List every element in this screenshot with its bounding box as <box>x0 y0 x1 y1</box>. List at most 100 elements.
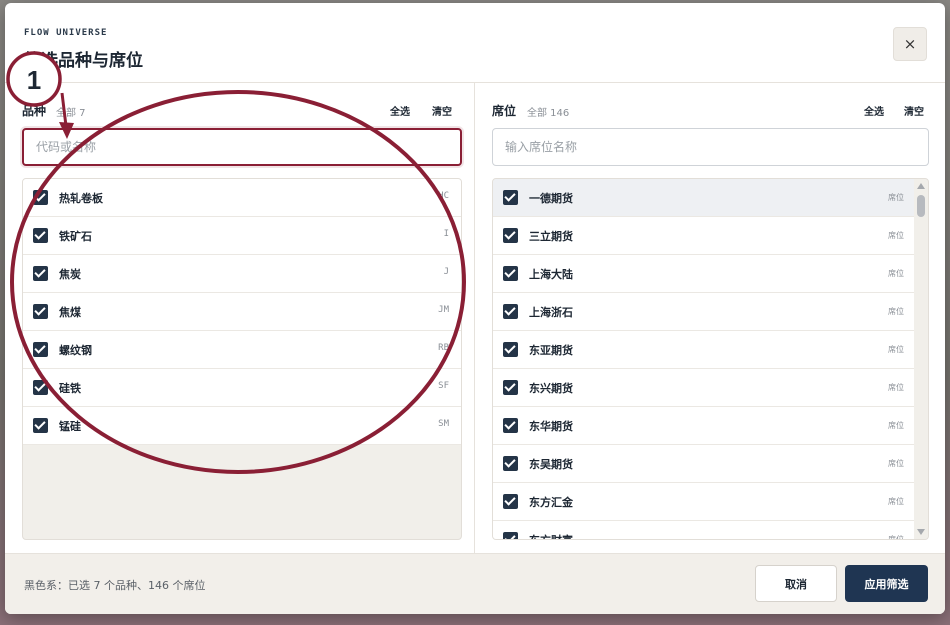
seat-select-all-button[interactable]: 全选 <box>864 103 884 118</box>
variety-row[interactable]: 焦炭 J <box>23 255 461 293</box>
seat-label: 东方财富 <box>529 532 573 539</box>
seat-label: 东兴期货 <box>529 382 573 395</box>
seat-label: 三立期货 <box>529 230 573 243</box>
selection-summary: 黑色系：已选 7 个品种、146 个席位 <box>24 579 206 592</box>
seat-tag: 席位 <box>888 383 904 392</box>
variety-label: 铁矿石 <box>59 230 92 243</box>
seat-clear-button[interactable]: 清空 <box>904 103 924 118</box>
checkbox-checked-icon[interactable] <box>503 532 518 539</box>
checkbox-checked-icon[interactable] <box>33 304 48 319</box>
dialog-header: FLOW UNIVERSE 筛选品种与席位 × <box>5 3 945 83</box>
variety-count: 全部 7 <box>56 108 86 119</box>
filter-dialog: FLOW UNIVERSE 筛选品种与席位 × 品种 全部 7 全选 清空 热轧… <box>5 3 945 614</box>
checkbox-checked-icon[interactable] <box>503 418 518 433</box>
seat-row[interactable]: 东兴期货 席位 <box>493 369 914 407</box>
variety-label: 焦炭 <box>59 268 81 281</box>
seat-row[interactable]: 东方汇金 席位 <box>493 483 914 521</box>
apply-filter-button[interactable]: 应用筛选 <box>845 565 928 602</box>
variety-list: 热轧卷板 HC 铁矿石 I 焦炭 J 焦煤 JM 螺纹钢 RB 硅铁 SF 锰硅 SM <box>22 178 462 540</box>
seat-row[interactable]: 东亚期货 席位 <box>493 331 914 369</box>
variety-row[interactable]: 铁矿石 I <box>23 217 461 255</box>
checkbox-checked-icon[interactable] <box>503 266 518 281</box>
seat-row[interactable]: 上海大陆 席位 <box>493 255 914 293</box>
variety-panel: 品种 全部 7 全选 清空 热轧卷板 HC 铁矿石 I 焦炭 J 焦煤 JM 螺纹钢 RB 硅铁 SF… <box>22 83 462 553</box>
seat-row[interactable]: 东吴期货 席位 <box>493 445 914 483</box>
variety-row[interactable]: 热轧卷板 HC <box>23 179 461 217</box>
variety-code: J <box>443 267 449 277</box>
seat-panel-title: 席位 <box>492 104 517 118</box>
seat-label: 一德期货 <box>529 192 573 205</box>
seat-list-items: 一德期货 席位 三立期货 席位 上海大陆 席位 上海浙石 席位 东亚期货 席位 东兴期货 席位 东华期货… <box>493 179 914 540</box>
seat-tag: 席位 <box>888 535 904 540</box>
scroll-thumb[interactable] <box>917 195 925 217</box>
checkbox-checked-icon[interactable] <box>503 228 518 243</box>
variety-search-input[interactable] <box>22 128 462 166</box>
variety-row[interactable]: 锰硅 SM <box>23 407 461 445</box>
variety-clear-button[interactable]: 清空 <box>432 103 452 118</box>
close-icon: × <box>903 35 917 53</box>
variety-panel-title: 品种 <box>22 104 47 118</box>
seat-row[interactable]: 三立期货 席位 <box>493 217 914 255</box>
variety-row[interactable]: 螺纹钢 RB <box>23 331 461 369</box>
scroll-up-arrow-icon[interactable] <box>917 183 925 189</box>
dialog-eyebrow: FLOW UNIVERSE <box>24 28 108 38</box>
variety-label: 锰硅 <box>59 420 81 433</box>
checkbox-checked-icon[interactable] <box>33 190 48 205</box>
seat-tag: 席位 <box>888 307 904 316</box>
checkbox-checked-icon[interactable] <box>503 342 518 357</box>
seat-label: 东亚期货 <box>529 344 573 357</box>
variety-code: I <box>443 229 449 239</box>
variety-code: JM <box>438 305 449 315</box>
checkbox-checked-icon[interactable] <box>33 380 48 395</box>
seat-tag: 席位 <box>888 497 904 506</box>
variety-label: 硅铁 <box>59 382 81 395</box>
variety-code: SF <box>438 381 449 391</box>
seat-label: 东方汇金 <box>529 496 573 509</box>
seat-label: 东华期货 <box>529 420 573 433</box>
seat-label: 东吴期货 <box>529 458 573 471</box>
seat-row[interactable]: 一德期货 席位 <box>493 179 914 217</box>
seat-tag: 席位 <box>888 459 904 468</box>
seat-list: 一德期货 席位 三立期货 席位 上海大陆 席位 上海浙石 席位 东亚期货 席位 东兴期货 席位 东华期货… <box>492 178 929 540</box>
seat-row[interactable]: 上海浙石 席位 <box>493 293 914 331</box>
seat-tag: 席位 <box>888 193 904 202</box>
seat-tag: 席位 <box>888 269 904 278</box>
dialog-title: 筛选品种与席位 <box>24 51 143 71</box>
checkbox-checked-icon[interactable] <box>33 342 48 357</box>
seat-panel: 席位 全部 146 全选 清空 一德期货席位三立期货席位上海大陆席位上海浙石席位… <box>492 83 929 553</box>
variety-list-items: 热轧卷板 HC 铁矿石 I 焦炭 J 焦煤 JM 螺纹钢 RB 硅铁 SF 锰硅 SM <box>23 179 461 445</box>
seat-search-input[interactable] <box>492 128 929 166</box>
variety-code: HC <box>438 191 449 201</box>
variety-code: RB <box>438 343 449 353</box>
variety-row[interactable]: 焦煤 JM <box>23 293 461 331</box>
checkbox-checked-icon[interactable] <box>503 190 518 205</box>
seat-label: 上海大陆 <box>529 268 573 281</box>
variety-code: SM <box>438 419 449 429</box>
variety-panel-header: 品种 全部 7 全选 清空 <box>22 102 462 120</box>
seat-panel-header: 席位 全部 146 全选 清空 <box>492 102 929 120</box>
close-button[interactable]: × <box>893 27 927 61</box>
checkbox-checked-icon[interactable] <box>503 380 518 395</box>
variety-label: 热轧卷板 <box>59 192 103 205</box>
checkbox-checked-icon[interactable] <box>503 304 518 319</box>
checkbox-checked-icon[interactable] <box>503 456 518 471</box>
seat-count: 全部 146 <box>527 108 570 119</box>
variety-label: 螺纹钢 <box>59 344 92 357</box>
cancel-button[interactable]: 取消 <box>755 565 837 602</box>
seat-row[interactable]: 东方财富 席位 <box>493 521 914 540</box>
checkbox-checked-icon[interactable] <box>33 228 48 243</box>
variety-row[interactable]: 硅铁 SF <box>23 369 461 407</box>
checkbox-checked-icon[interactable] <box>503 494 518 509</box>
seat-row[interactable]: 东华期货 席位 <box>493 407 914 445</box>
variety-select-all-button[interactable]: 全选 <box>390 103 410 118</box>
seat-tag: 席位 <box>888 421 904 430</box>
scroll-down-arrow-icon[interactable] <box>917 529 925 535</box>
seat-tag: 席位 <box>888 231 904 240</box>
checkbox-checked-icon[interactable] <box>33 418 48 433</box>
checkbox-checked-icon[interactable] <box>33 266 48 281</box>
seat-label: 上海浙石 <box>529 306 573 319</box>
seat-tag: 席位 <box>888 345 904 354</box>
variety-label: 焦煤 <box>59 306 81 319</box>
seat-list-scrollbar[interactable] <box>914 179 928 539</box>
panel-divider <box>474 83 475 553</box>
